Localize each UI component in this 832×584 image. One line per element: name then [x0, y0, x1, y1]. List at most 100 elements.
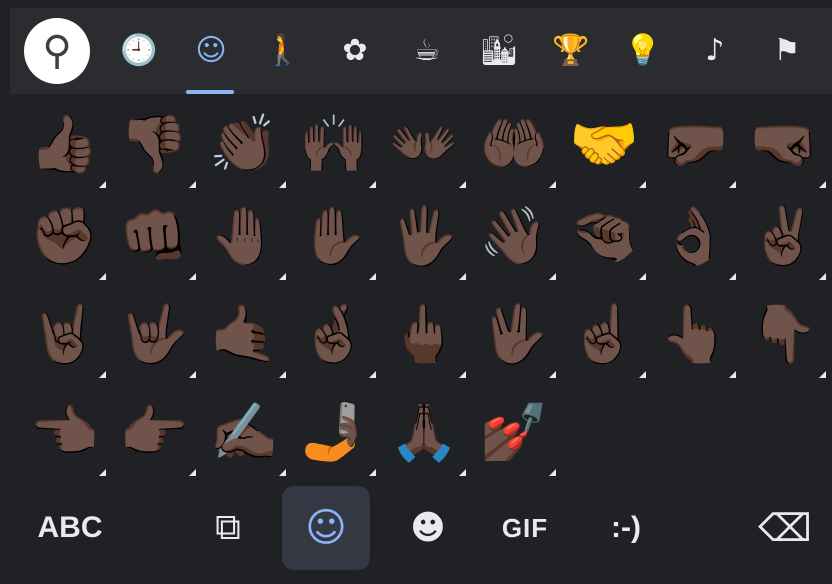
- emoji-right-facing-fist[interactable]: 🤜🏿: [740, 100, 828, 190]
- emoji-thumbs-up[interactable]: 👍🏿: [20, 100, 108, 190]
- emoji-glyph: 🖕🏿: [389, 302, 459, 367]
- skin-tone-variants-indicator: [549, 469, 556, 476]
- emoji-ok-hand[interactable]: 👌🏿: [650, 192, 738, 282]
- skin-tone-variants-indicator: [729, 273, 736, 280]
- emoji-glyph: 👎🏿: [119, 112, 189, 177]
- emoji-glyph: 🖐🏿: [389, 204, 459, 269]
- abc-keyboard-button[interactable]: ABC: [30, 486, 110, 570]
- skin-tone-variants-indicator: [279, 273, 286, 280]
- emoji-thumbs-down[interactable]: 👎🏿: [110, 100, 198, 190]
- emoji-glyph: ✋🏿: [299, 204, 369, 269]
- emoji-glyph: 🤜🏿: [749, 112, 819, 177]
- emoji-glyph: 👍🏿: [29, 112, 99, 177]
- skin-tone-variants-indicator: [459, 273, 466, 280]
- emoji-call-me-hand[interactable]: 🤙🏿: [200, 290, 288, 380]
- emoji-clapping-hands[interactable]: 👏🏿: [200, 100, 288, 190]
- smiley-icon[interactable]: ☺: [180, 20, 242, 82]
- emoji-oncoming-fist[interactable]: 👊🏿: [110, 192, 198, 282]
- skin-tone-variants-indicator: [279, 181, 286, 188]
- person-icon[interactable]: 🚶: [252, 20, 314, 82]
- emoji-glyph: 👏🏿: [209, 112, 279, 177]
- clock-icon[interactable]: 🕘: [108, 20, 170, 82]
- emoticon-button[interactable]: :-): [594, 486, 658, 570]
- gif-button[interactable]: GIF: [490, 486, 560, 570]
- skin-tone-variants-indicator: [639, 273, 646, 280]
- flower-icon[interactable]: ✿: [324, 20, 386, 82]
- lightbulb-icon[interactable]: 💡: [612, 20, 674, 82]
- emoji-backhand-index-pointing-down[interactable]: 👇🏿: [740, 290, 828, 380]
- emoji-selfie[interactable]: 🤳🏿: [290, 388, 378, 478]
- skin-tone-variants-indicator: [459, 181, 466, 188]
- emoji-glyph: 🤛🏿: [659, 112, 729, 177]
- emoji-raising-hands[interactable]: 🙌🏿: [290, 100, 378, 190]
- emoji-victory-hand[interactable]: ✌🏿: [740, 192, 828, 282]
- emoji-folded-hands[interactable]: 🙏🏿: [380, 388, 468, 478]
- skin-tone-variants-indicator: [99, 469, 106, 476]
- emoji-raised-back-of-hand[interactable]: 🤚🏿: [200, 192, 288, 282]
- emoji-glyph: 👊🏿: [119, 204, 189, 269]
- emoji-backhand-index-pointing-right[interactable]: 👉🏿: [110, 388, 198, 478]
- emoji-crossed-fingers[interactable]: 🤞🏿: [290, 290, 378, 380]
- emoji-glyph: 💅🏿: [479, 400, 549, 465]
- skin-tone-variants-indicator: [189, 469, 196, 476]
- emoji-waving-hand[interactable]: 👋🏿: [470, 192, 558, 282]
- emoji-glyph: 🤚🏿: [209, 204, 279, 269]
- emoji-middle-finger[interactable]: 🖕🏿: [380, 290, 468, 380]
- emoji-pinching-hand[interactable]: 🤏🏿: [560, 192, 648, 282]
- trophy-icon[interactable]: 🏆: [540, 20, 602, 82]
- skin-tone-variants-indicator: [639, 371, 646, 378]
- emoji-raised-fist[interactable]: ✊🏿: [20, 192, 108, 282]
- emoji-tab-icon[interactable]: ☺: [282, 486, 370, 570]
- skin-tone-variants-indicator: [369, 371, 376, 378]
- emoji-glyph: 🙌🏿: [299, 112, 369, 177]
- skin-tone-variants-indicator: [99, 371, 106, 378]
- emoji-glyph: 🖖🏿: [479, 302, 549, 367]
- emoji-backhand-index-pointing-left[interactable]: 👈🏿: [20, 388, 108, 478]
- skin-tone-variants-indicator: [189, 273, 196, 280]
- skin-tone-variants-indicator: [279, 371, 286, 378]
- emoji-love-you-gesture[interactable]: 🤟🏿: [110, 290, 198, 380]
- emoji-glyph: 👋🏿: [479, 204, 549, 269]
- skin-tone-variants-indicator: [549, 181, 556, 188]
- emoji-hand-with-fingers-splayed[interactable]: 🖐🏿: [380, 192, 468, 282]
- emoji-glyph: ☝🏿: [569, 302, 639, 367]
- emoji-handshake[interactable]: 🤝: [560, 100, 648, 190]
- emoji-writing-hand[interactable]: ✍🏿: [200, 388, 288, 478]
- emoji-glyph: 🙏🏿: [389, 400, 459, 465]
- skin-tone-variants-indicator: [639, 181, 646, 188]
- emoji-glyph: 🤟🏿: [119, 302, 189, 367]
- sticker-icon[interactable]: ☻: [400, 486, 456, 570]
- emoji-vulcan-salute[interactable]: 🖖🏿: [470, 290, 558, 380]
- emoji-backhand-index-pointing-up[interactable]: 👆🏿: [650, 290, 738, 380]
- skin-tone-variants-indicator: [819, 273, 826, 280]
- emoji-glyph: 🤞🏿: [299, 302, 369, 367]
- backspace-icon[interactable]: ⌫: [754, 486, 816, 570]
- skin-tone-variants-indicator: [549, 273, 556, 280]
- skin-tone-variants-indicator: [819, 371, 826, 378]
- emoji-left-facing-fist[interactable]: 🤛🏿: [650, 100, 738, 190]
- sticker-search-icon[interactable]: ⧉: [200, 486, 256, 570]
- coffee-cup-icon[interactable]: ☕: [396, 20, 458, 82]
- search-icon[interactable]: ⚲: [24, 18, 90, 84]
- skin-tone-variants-indicator: [369, 273, 376, 280]
- buildings-car-icon[interactable]: 🏙: [468, 20, 530, 82]
- emoji-glyph: 🤘🏿: [29, 302, 99, 367]
- skin-tone-variants-indicator: [99, 181, 106, 188]
- symbols-icon[interactable]: ♪: [684, 20, 746, 82]
- emoji-category-bar: ⚲ 🕘 ☺ 🚶 ✿ ☕ 🏙 🏆 💡 ♪ ⚑: [10, 8, 832, 94]
- emoji-glyph: 👉🏿: [119, 400, 189, 465]
- emoji-raised-hand[interactable]: ✋🏿: [290, 192, 378, 282]
- emoji-open-hands[interactable]: 👐🏿: [380, 100, 468, 190]
- emoji-sign-of-the-horns[interactable]: 🤘🏿: [20, 290, 108, 380]
- emoji-palms-up-together[interactable]: 🤲🏿: [470, 100, 558, 190]
- skin-tone-variants-indicator: [279, 469, 286, 476]
- skin-tone-variants-indicator: [369, 469, 376, 476]
- flag-icon[interactable]: ⚑: [756, 20, 818, 82]
- emoji-nail-polish[interactable]: 💅🏿: [470, 388, 558, 478]
- skin-tone-variants-indicator: [729, 371, 736, 378]
- emoji-index-pointing-up[interactable]: ☝🏿: [560, 290, 648, 380]
- emoji-glyph: ✌🏿: [749, 204, 819, 269]
- emoji-glyph: ✍🏿: [209, 400, 279, 465]
- emoji-grid: 👍🏿 👎🏿 👏🏿 🙌🏿 👐🏿 🤲🏿 🤝 🤛🏿 🤜🏿 ✊🏿 👊🏿 🤚🏿 ✋🏿 🖐🏿…: [10, 94, 832, 480]
- keyboard-bottom-toolbar: ABC ⧉ ☺ ☻ GIF :-) ⌫: [10, 480, 832, 584]
